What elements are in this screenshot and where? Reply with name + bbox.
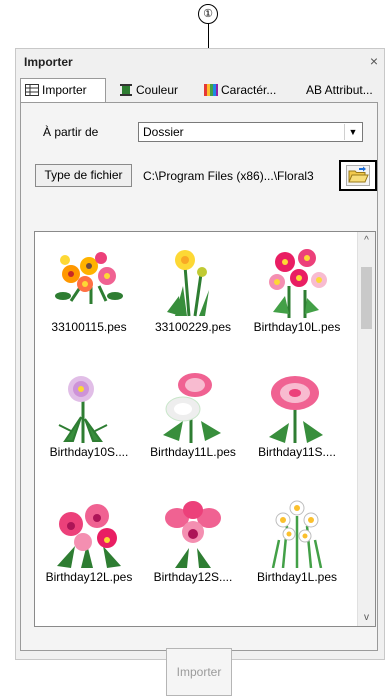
- import-grid-icon: [25, 84, 39, 96]
- file-name: Birthday10S....: [49, 445, 129, 459]
- white-daffodils-icon: [271, 500, 323, 568]
- tab-bar: Importer Couleur Caractér... AB Attribut…: [20, 78, 384, 102]
- file-name: Birthday11L.pes: [150, 445, 236, 459]
- pink-aster-icon: [58, 376, 108, 443]
- tab-attributs[interactable]: AB Attribut...: [301, 78, 385, 102]
- file-name: Birthday11S....: [258, 445, 336, 459]
- tab-caracteres[interactable]: Caractér...: [199, 78, 297, 102]
- close-icon[interactable]: ×: [370, 53, 378, 69]
- tab-label: AB Attribut...: [306, 83, 373, 97]
- callout-number: ①: [198, 4, 218, 24]
- file-item[interactable]: Birthday11S....: [247, 361, 347, 486]
- source-select[interactable]: Dossier ▼: [138, 122, 363, 142]
- file-name: Birthday12L.pes: [45, 570, 133, 584]
- scroll-down-icon[interactable]: v: [358, 609, 375, 626]
- tab-importer[interactable]: Importer: [20, 78, 106, 102]
- file-name: Birthday12S....: [153, 570, 233, 584]
- file-item[interactable]: Birthday1L.pes: [247, 486, 347, 611]
- open-folder-icon: [348, 166, 369, 183]
- title-bar: Importer ×: [16, 49, 384, 75]
- color-stripes-icon: [204, 84, 218, 96]
- folder-path: C:\Program Files (x86)...\Floral3: [143, 169, 314, 183]
- tab-label: Couleur: [136, 83, 179, 97]
- file-item[interactable]: Birthday12L.pes: [39, 486, 139, 611]
- pink-orchid-icon: [165, 501, 221, 568]
- vertical-scrollbar[interactable]: ^ v: [357, 232, 375, 626]
- file-name: 33100115.pes: [51, 320, 127, 334]
- file-item[interactable]: Birthday12S....: [143, 486, 243, 611]
- orange-pink-flowers-icon: [55, 252, 123, 304]
- file-item[interactable]: 33100115.pes: [39, 236, 139, 361]
- file-type-button[interactable]: Type de fichier: [35, 164, 132, 187]
- file-list[interactable]: 33100115.pes 33100229.pes Birthday10L.pe…: [34, 231, 376, 627]
- file-name: Birthday10L.pes: [253, 320, 341, 334]
- tab-label: Caractér...: [221, 83, 277, 97]
- yellow-dandelion-icon: [167, 250, 209, 317]
- file-item[interactable]: Birthday10S....: [39, 361, 139, 486]
- tab-label: Importer: [42, 83, 87, 97]
- scrollbar-thumb[interactable]: [361, 267, 372, 329]
- folder-highlight-frame: [339, 160, 377, 191]
- pink-cosmos-icon: [269, 249, 327, 318]
- browse-folder-button[interactable]: [346, 165, 370, 186]
- file-item[interactable]: Birthday10L.pes: [247, 236, 347, 361]
- chevron-down-icon[interactable]: ▼: [344, 124, 361, 140]
- file-item[interactable]: Birthday11L.pes: [143, 361, 243, 486]
- panel-title: Importer: [24, 55, 73, 69]
- importer-content: À partir de Dossier ▼ Type de fichier C:…: [20, 102, 378, 696]
- importer-panel: Importer × Importer Couleur Caractér... …: [15, 48, 385, 696]
- scroll-up-icon[interactable]: ^: [358, 232, 375, 249]
- source-select-value: Dossier: [143, 125, 184, 139]
- file-name: Birthday1L.pes: [256, 570, 338, 584]
- pink-orchids-icon: [57, 504, 121, 568]
- tab-couleur[interactable]: Couleur: [114, 78, 196, 102]
- pink-white-chrysanthemum-icon: [163, 373, 221, 443]
- source-label: À partir de: [43, 125, 99, 139]
- pink-chrysanthemum-icon: [269, 376, 323, 443]
- thread-spool-icon: [120, 84, 132, 96]
- import-button[interactable]: Importer: [166, 648, 232, 696]
- file-item[interactable]: 33100229.pes: [143, 236, 243, 361]
- file-name: 33100229.pes: [154, 320, 232, 334]
